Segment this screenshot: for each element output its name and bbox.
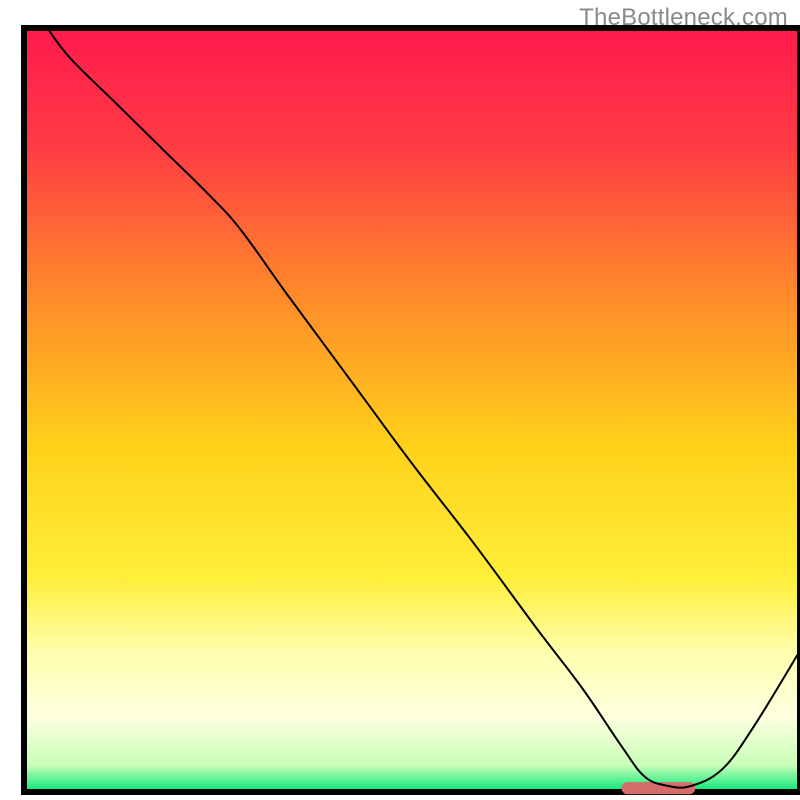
chart-background-gradient <box>24 28 800 792</box>
chart-container: TheBottleneck.com <box>0 0 800 800</box>
chart-svg <box>0 0 800 800</box>
